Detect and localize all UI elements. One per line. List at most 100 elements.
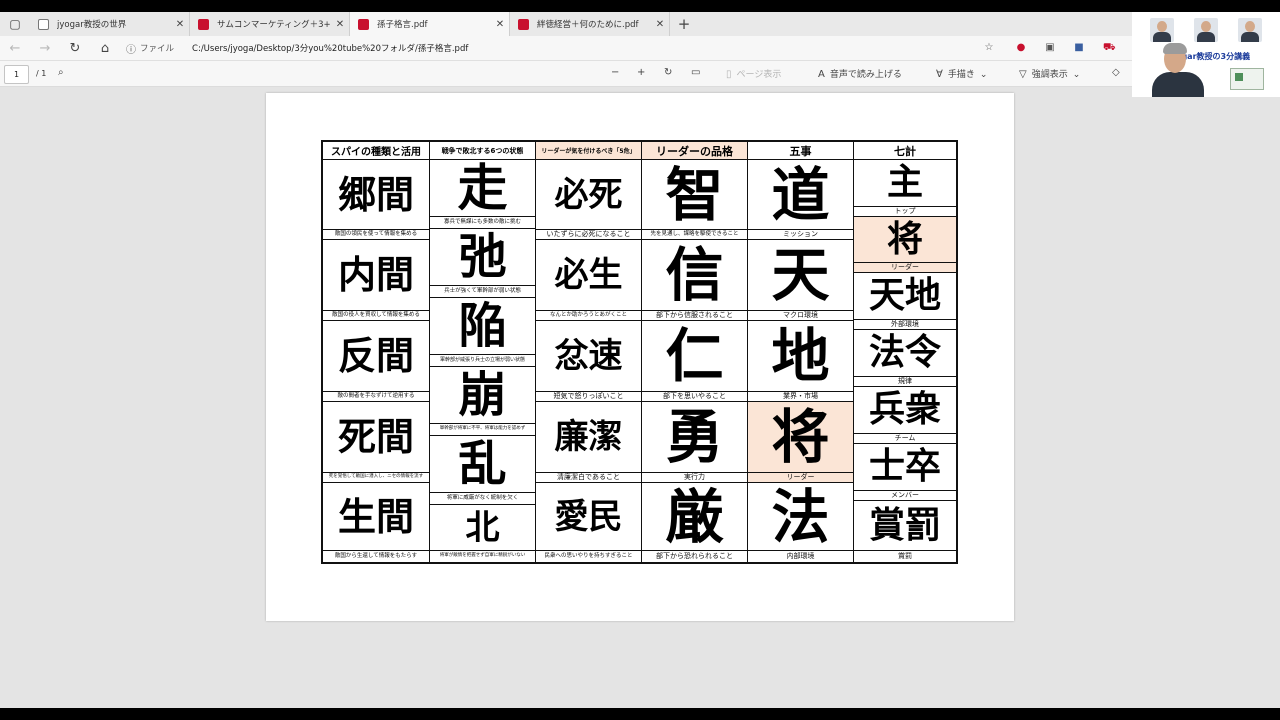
presenter-thumbnail <box>1150 18 1174 42</box>
address-bar: ← → ↻ ⌂ ⓘ ファイル C:/Users/jyoga/Desktop/3分… <box>0 36 1280 60</box>
fit-page-icon[interactable]: ▭ <box>691 67 700 78</box>
spy-desc: 死を覚悟して敵国に潜入し、ニセの情報を流す <box>323 473 429 483</box>
column-header: 七計 <box>854 142 956 160</box>
defeat-kanji: 乱 <box>430 436 535 493</box>
close-icon[interactable]: ✕ <box>331 19 349 30</box>
five-desc: リーダー <box>748 473 853 483</box>
leader-kanji: 厳 <box>642 483 747 551</box>
leader-desc: 部下を思いやること <box>642 392 747 402</box>
close-icon[interactable]: ✕ <box>651 19 669 30</box>
tab-label: サムコンマーケティング＋3+4+7.pdf <box>217 20 331 30</box>
caution-kanji: 忿速 <box>536 321 641 392</box>
back-icon[interactable]: ← <box>0 41 30 56</box>
page-number-input[interactable]: 1 <box>4 65 29 84</box>
read-aloud-button[interactable]: A 音声で読み上げる <box>818 67 902 80</box>
column-header: スパイの種類と活用 <box>323 142 429 160</box>
tab-label: 絆徳経営＋何のために.pdf <box>537 20 639 30</box>
spy-desc: 敵国の領民を使って情報を集める <box>323 230 429 240</box>
tab-actions-icon[interactable]: ▢ <box>0 12 30 36</box>
spy-kanji: 郷間 <box>323 160 429 230</box>
seven-kanji: 法令 <box>854 330 956 377</box>
caution-kanji: 必死 <box>536 160 641 230</box>
seven-kanji: 天地 <box>854 273 956 320</box>
forward-icon[interactable]: → <box>30 41 60 56</box>
page-total: / 1 <box>36 69 47 78</box>
column-header: 戦争で敗北する6つの状態 <box>430 142 535 160</box>
tab-jyogar-world[interactable]: jyogar教授の世界 ✕ <box>30 12 190 36</box>
five-desc: 業界・市場 <box>748 392 853 402</box>
close-icon[interactable]: ✕ <box>491 19 509 30</box>
extension-icon[interactable]: ● <box>1015 42 1027 54</box>
leader-kanji: 仁 <box>642 321 747 392</box>
five-kanji: 将 <box>748 402 853 473</box>
seven-kanji: 士卒 <box>854 444 956 491</box>
five-desc: 内部環境 <box>786 552 815 560</box>
leader-desc: 部下から信服されること <box>642 311 747 321</box>
shopping-icon[interactable]: ⛟ <box>1103 42 1116 54</box>
seven-desc: 外部環境 <box>854 320 956 330</box>
leader-desc: 先を見通し、謀略を駆使できること <box>642 230 747 240</box>
column-five-matters: 五事 道 ミッション 天 マクロ環境 地 業界・市場 将 リーダー 法 内部環境 <box>748 142 854 562</box>
refresh-icon[interactable]: ↻ <box>60 41 90 56</box>
collections-icon[interactable]: ▣ <box>1044 42 1056 54</box>
pdf-toolbar: 1 / 1 ⌕ − + ↻ ▭ ▯ ページ表示 A 音声で読み上げる ∀ 手描き ⌄ ▽… <box>0 60 1280 87</box>
five-kanji: 道 <box>748 160 853 230</box>
five-kanji: 法 <box>748 483 853 551</box>
page-icon <box>38 18 49 30</box>
read-aloud-label: 音声で読み上げる <box>829 70 902 80</box>
tab-sonshi-kakugen[interactable]: 孫子格言.pdf ✕ <box>350 12 510 36</box>
eraser-icon[interactable]: ◇ <box>1112 67 1120 78</box>
spy-desc: 敵国から生還して情報をもたらす <box>334 552 418 559</box>
seven-kanji: 将 <box>854 217 956 263</box>
chevron-down-icon[interactable]: ⌄ <box>980 70 988 80</box>
draw-label: 手描き <box>947 70 975 80</box>
five-desc: マクロ環境 <box>748 311 853 321</box>
spy-kanji: 生間 <box>323 483 429 551</box>
column-seven-calcs: 七計 主 トップ 将 リーダー 天地 外部環境 法令 規律 兵衆 チーム 士卒 … <box>854 142 956 562</box>
defeat-desc: 軍幹部が威張り兵士の立場が弱い状態 <box>430 355 535 367</box>
favorite-add-icon[interactable]: ☆ <box>983 42 995 54</box>
caution-desc: 民衆への思いやりを持ちすぎること <box>544 552 633 559</box>
zoom-in-icon[interactable]: + <box>637 67 645 78</box>
leader-kanji: 智 <box>642 160 747 230</box>
seven-desc: チーム <box>854 434 956 444</box>
caution-desc: なんとか助かろうとあがくこと <box>536 311 641 321</box>
column-header: 五事 <box>748 142 853 160</box>
slide-thumbnail <box>1230 68 1264 90</box>
presenter-thumbnail <box>1238 18 1262 42</box>
pdf-icon <box>518 18 529 30</box>
draw-button[interactable]: ∀ 手描き ⌄ <box>936 67 987 80</box>
search-icon[interactable]: ⌕ <box>58 67 64 78</box>
tab-label: jyogar教授の世界 <box>57 20 127 30</box>
tab-kizuna-keiei[interactable]: 絆徳経営＋何のために.pdf ✕ <box>510 12 670 36</box>
leader-desc: 部下から恐れられること <box>656 552 733 560</box>
defeat-kanji: 崩 <box>430 367 535 424</box>
close-icon[interactable]: ✕ <box>171 19 189 30</box>
presenter-hair <box>1163 43 1187 54</box>
zoom-out-icon[interactable]: − <box>611 67 619 78</box>
highlight-button[interactable]: ▽ 強調表示 ⌄ <box>1019 67 1080 80</box>
seven-kanji: 主 <box>854 160 956 207</box>
pdf-icon <box>358 18 369 30</box>
five-kanji: 地 <box>748 321 853 392</box>
highlight-icon: ▽ <box>1019 69 1027 80</box>
defeat-kanji: 走 <box>430 160 535 217</box>
presenter-thumbnail <box>1194 18 1218 42</box>
url-field[interactable]: C:/Users/jyoga/Desktop/3分you%20tube%20フォ… <box>192 42 468 54</box>
tab-samcom-marketing[interactable]: サムコンマーケティング＋3+4+7.pdf ✕ <box>190 12 350 36</box>
page-view-button[interactable]: ▯ ページ表示 <box>726 67 781 80</box>
home-icon[interactable]: ⌂ <box>90 41 120 56</box>
extension-2-icon[interactable]: ■ <box>1073 42 1085 54</box>
rotate-icon[interactable]: ↻ <box>664 67 672 78</box>
caution-desc: 清廉潔白であること <box>536 473 641 483</box>
info-icon[interactable]: ⓘ <box>126 41 136 56</box>
five-kanji: 天 <box>748 240 853 311</box>
column-spy: スパイの種類と活用 郷間 敵国の領民を使って情報を集める 内間 敵国の役人を買収… <box>323 142 430 562</box>
new-tab-icon[interactable]: + <box>670 12 698 36</box>
pdf-icon <box>198 18 209 30</box>
webcam-overlay: jyogar教授の3分講義 <box>1132 12 1280 97</box>
column-caution: リーダーが気を付けるべき「5危」 必死 いたずらに必死になること 必生 なんとか… <box>536 142 642 562</box>
chevron-down-icon[interactable]: ⌄ <box>1073 70 1081 80</box>
read-aloud-icon: A <box>818 69 825 80</box>
spy-kanji: 内間 <box>323 240 429 311</box>
